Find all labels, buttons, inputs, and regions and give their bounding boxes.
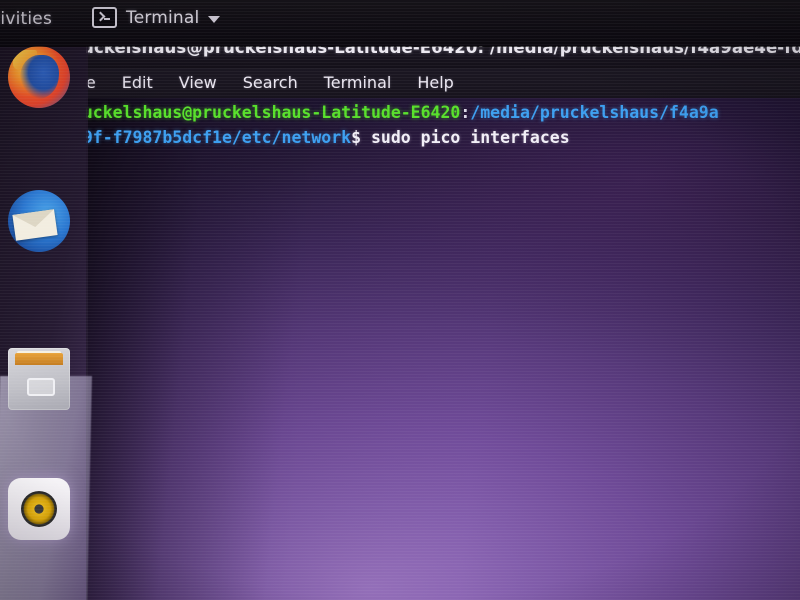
laptop-screen-photo: pruckelshaus@pruckelshaus-Latitude-E6420… <box>0 0 800 600</box>
photo-scanlines <box>0 0 800 600</box>
